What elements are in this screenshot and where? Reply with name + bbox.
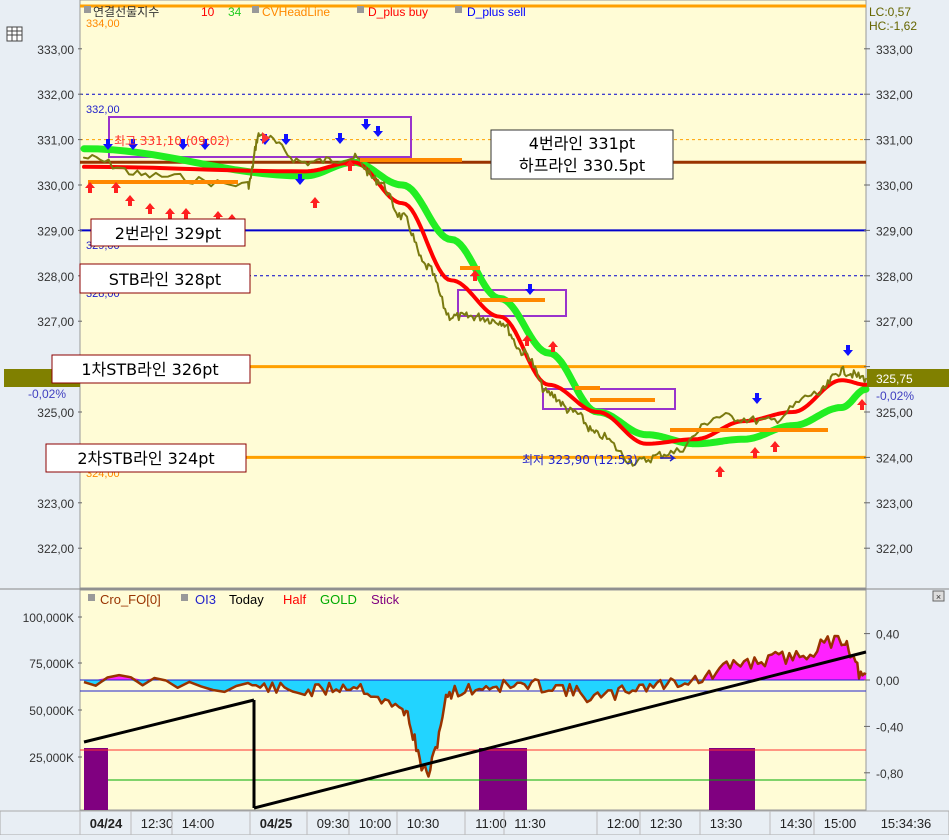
osc-left-tick: 25,000K bbox=[29, 751, 74, 765]
clock-label: 15:34:36 bbox=[881, 816, 932, 831]
annotation-stb-line: STB라인 328pt bbox=[109, 270, 221, 289]
annotation-2nd-line: 2번라인 329pt bbox=[115, 224, 221, 243]
y-tick-label-right: 332,00 bbox=[876, 88, 913, 102]
chart-svg: 333,00 332,00 331,00 330,00 329,00 328,00 327,… bbox=[0, 0, 949, 836]
osc-left-tick: 75,000K bbox=[29, 657, 74, 671]
osc-left-tick: 50,000K bbox=[29, 704, 74, 718]
level-332-label: 332,00 bbox=[86, 104, 120, 116]
lc-info: LC:0,57 bbox=[869, 5, 911, 19]
osc-right-tick: -0,80 bbox=[876, 767, 904, 781]
time-label: 14:30 bbox=[780, 816, 813, 831]
y-tick-label-right: 331,00 bbox=[876, 134, 913, 148]
time-label: 10:00 bbox=[359, 816, 392, 831]
osc-legend-stick: Stick bbox=[371, 592, 400, 607]
annotation-half-line: 하프라인 330.5pt bbox=[519, 156, 645, 175]
current-price: 325,75 bbox=[876, 372, 913, 386]
stick-block bbox=[709, 748, 755, 810]
collapse-panel-icon[interactable]: × bbox=[932, 590, 945, 602]
stick-block bbox=[479, 748, 527, 810]
time-label: 15:00 bbox=[824, 816, 857, 831]
session-low-label: 최저 323,90 (12:53) bbox=[522, 453, 638, 467]
time-label: 11:30 bbox=[514, 816, 546, 831]
annotation-2nd: 2번라인 329pt bbox=[90, 218, 246, 247]
annotation-2nd-stb: 2차STB라인 324pt bbox=[45, 443, 247, 473]
osc-legend-gold: GOLD bbox=[320, 592, 357, 607]
time-label: 12:30 bbox=[650, 816, 683, 831]
y-tick-label: 331,00 bbox=[37, 134, 74, 148]
y-tick-label-right: 329,00 bbox=[876, 224, 913, 238]
legend-dplus-buy: D_plus buy bbox=[368, 5, 428, 19]
osc-left-tick: 100,000K bbox=[23, 611, 74, 625]
time-label: 11:00 bbox=[475, 816, 507, 831]
top-level-label: 334,00 bbox=[86, 18, 120, 30]
y-tick-label-right: 333,00 bbox=[876, 43, 913, 57]
y-tick-label-right: 327,00 bbox=[876, 315, 913, 329]
stick-block bbox=[84, 748, 108, 810]
y-tick-label-right: 328,00 bbox=[876, 270, 913, 284]
oscillator-legend: Cro_FO[0] OI3 Today Half GOLD Stick bbox=[88, 592, 400, 607]
time-label: 09:30 bbox=[317, 816, 350, 831]
legend-index: 연결선물지수 bbox=[93, 5, 159, 19]
hts-futures-chart: 333,00 332,00 331,00 330,00 329,00 328,00 327,… bbox=[0, 0, 949, 836]
change-left: -0,02% bbox=[28, 387, 66, 401]
annotation-stb: STB라인 328pt bbox=[79, 263, 251, 294]
osc-legend-today: Today bbox=[229, 592, 264, 607]
time-label: 13:30 bbox=[710, 816, 743, 831]
y-tick-label: 329,00 bbox=[37, 224, 74, 238]
osc-legend-cro: Cro_FO[0] bbox=[100, 592, 161, 607]
legend-ma10: 10 bbox=[201, 5, 215, 19]
y-tick-label-right: 324,00 bbox=[876, 451, 913, 465]
annotation-2nd-stb-line: 2차STB라인 324pt bbox=[77, 449, 214, 468]
y-tick-label-right: 325,00 bbox=[876, 406, 913, 420]
y-tick-label: 330,00 bbox=[37, 179, 74, 193]
annotation-4th-line: 4번라인 331pt bbox=[529, 134, 635, 153]
annotation-4th-half: 4번라인 331pt 하프라인 330.5pt bbox=[490, 129, 674, 180]
hc-info: HC:-1,62 bbox=[869, 19, 917, 33]
legend-dplus-sell: D_plus sell bbox=[467, 5, 526, 19]
grid-table-icon[interactable] bbox=[6, 26, 23, 42]
osc-legend-half: Half bbox=[283, 592, 307, 607]
time-label: 10:30 bbox=[407, 816, 440, 831]
y-tick-label: 325,00 bbox=[37, 406, 74, 420]
y-tick-label: 328,00 bbox=[37, 270, 74, 284]
legend-ma34: 34 bbox=[228, 5, 242, 19]
legend-headline: CVHeadLine bbox=[262, 5, 330, 19]
osc-legend-oi3: OI3 bbox=[195, 592, 216, 607]
y-tick-label-right: 323,00 bbox=[876, 497, 913, 511]
time-label: 12:30 bbox=[141, 816, 174, 831]
osc-right-tick: -0,40 bbox=[876, 720, 904, 734]
y-tick-label-right: 330,00 bbox=[876, 179, 913, 193]
y-tick-label-right: 322,00 bbox=[876, 542, 913, 556]
y-tick-label: 322,00 bbox=[37, 542, 74, 556]
time-label: 12:00 bbox=[607, 816, 640, 831]
osc-right-tick: 0,40 bbox=[876, 628, 900, 642]
annotation-1st-stb-line: 1차STB라인 326pt bbox=[81, 360, 218, 379]
session-high-label: 최고 331,10 (09:02) bbox=[114, 134, 230, 148]
svg-text:×: × bbox=[936, 592, 941, 602]
osc-right-tick: 0,00 bbox=[876, 674, 900, 688]
change-right: -0,02% bbox=[876, 389, 914, 403]
y-tick-label: 333,00 bbox=[37, 43, 74, 57]
y-tick-label: 323,00 bbox=[37, 497, 74, 511]
legend-swatch-icon bbox=[84, 6, 91, 13]
y-tick-label: 327,00 bbox=[37, 315, 74, 329]
annotation-1st-stb: 1차STB라인 326pt bbox=[51, 354, 251, 384]
time-label: 04/24 bbox=[90, 816, 123, 831]
y-tick-label: 332,00 bbox=[37, 88, 74, 102]
time-label: 04/25 bbox=[260, 816, 293, 831]
time-label: 14:00 bbox=[182, 816, 215, 831]
